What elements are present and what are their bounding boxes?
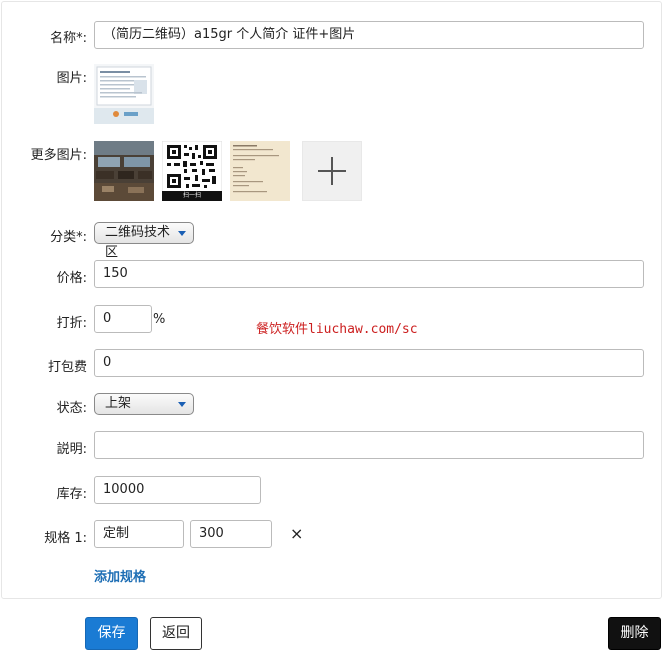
delete-button[interactable]: 删除 — [608, 617, 661, 650]
status-label: 状态: — [56, 401, 87, 416]
name-label: 名称*: — [50, 31, 87, 46]
status-select[interactable]: 上架 — [94, 393, 194, 415]
spec-price-input[interactable]: 300 — [190, 520, 272, 548]
stock-label: 库存: — [56, 487, 87, 502]
price-label: 价格: — [56, 271, 87, 286]
name-input[interactable]: （简历二维码）a15gr 个人简介 证件+图片 — [94, 21, 644, 49]
status-selected-value: 上架 — [105, 396, 132, 411]
more-image-thumbnail-3[interactable] — [230, 141, 290, 201]
packing-fee-input[interactable]: 0 — [94, 349, 644, 377]
more-images-label: 更多图片: — [30, 148, 87, 163]
discount-input[interactable]: 0 — [94, 305, 152, 333]
watermark-text: 餐饮软件liuchaw.com/sc — [256, 322, 418, 337]
more-image-thumbnail-1[interactable] — [94, 141, 154, 201]
add-spec-link[interactable]: 添加规格 — [94, 566, 146, 585]
chevron-down-icon — [178, 231, 186, 236]
discount-unit: % — [153, 312, 166, 327]
save-button[interactable]: 保存 — [85, 617, 138, 650]
packing-fee-label: 打包费 — [47, 360, 87, 375]
category-select[interactable]: 二维码技术区 — [94, 222, 194, 260]
qr-caption: 扫一扫 — [182, 192, 201, 199]
description-input[interactable] — [94, 431, 644, 459]
price-input[interactable]: 150 — [94, 260, 644, 288]
add-image-button[interactable] — [302, 141, 362, 201]
spec-remove-icon[interactable]: × — [290, 524, 303, 543]
description-label: 説明: — [56, 442, 87, 457]
back-button[interactable]: 返回 — [150, 617, 202, 650]
discount-label: 打折: — [56, 316, 87, 331]
chevron-down-icon — [178, 402, 186, 407]
spec-name-input[interactable]: 定制 — [94, 520, 184, 548]
main-image-thumbnail[interactable] — [94, 64, 154, 124]
stock-input[interactable]: 10000 — [94, 476, 261, 504]
category-label: 分类*: — [50, 230, 87, 245]
more-image-thumbnail-2-qr[interactable]: 扫一扫 — [162, 141, 222, 201]
spec-label: 规格 1: — [44, 531, 87, 546]
plus-icon — [318, 157, 346, 185]
image-label: 图片: — [56, 71, 87, 86]
